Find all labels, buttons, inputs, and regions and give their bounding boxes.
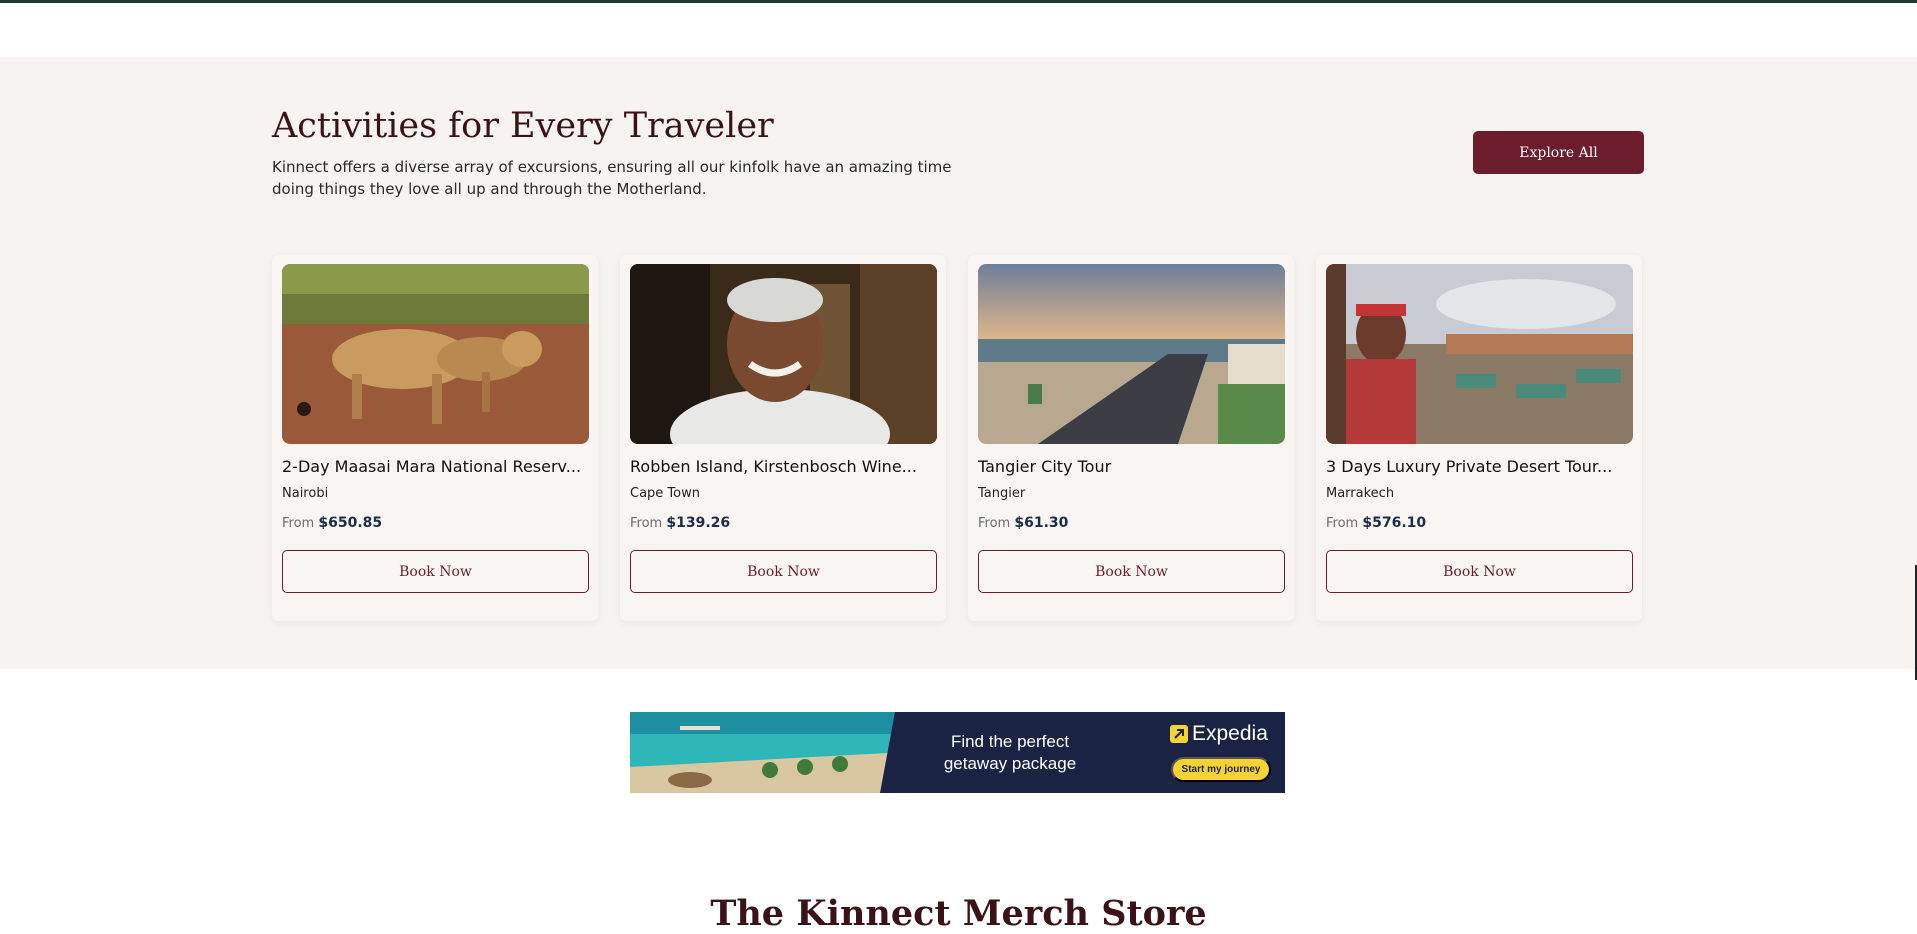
price-row: From $139.26 [630, 515, 730, 531]
explore-all-button[interactable]: Explore All [1473, 131, 1644, 174]
price-row: From $61.30 [978, 515, 1068, 531]
activity-title[interactable]: 3 Days Luxury Private Desert Tour... [1326, 457, 1633, 476]
expedia-logo: Expedia [1170, 722, 1268, 746]
activity-price: $139.26 [666, 515, 731, 531]
activity-price: $61.30 [1014, 515, 1069, 531]
expedia-brand-text: Expedia [1192, 722, 1268, 745]
market-square-photo[interactable] [1326, 264, 1633, 444]
activity-location: Tangier [978, 486, 1026, 501]
section-heading: Activities for Every Traveler [272, 106, 774, 146]
from-label: From [630, 516, 663, 531]
from-label: From [282, 516, 315, 531]
from-label: From [978, 516, 1011, 531]
activity-price: $650.85 [318, 515, 383, 531]
from-label: From [1326, 516, 1359, 531]
activity-card[interactable]: Robben Island, Kirstenbosch Wine... Cape… [620, 255, 946, 621]
activity-location: Nairobi [282, 486, 329, 501]
beach-resort-photo[interactable] [630, 712, 905, 793]
activity-location: Marrakech [1326, 486, 1395, 501]
ad-tagline: Find the perfect getaway package [943, 732, 1077, 773]
activity-location: Cape Town [630, 486, 700, 501]
section-description: Kinnect offers a diverse array of excurs… [272, 158, 952, 198]
activity-title[interactable]: 2-Day Maasai Mara National Reserv... [282, 457, 589, 476]
activity-card[interactable]: Tangier City Tour Tangier From $61.30 Bo… [968, 255, 1294, 621]
activity-title[interactable]: Tangier City Tour [978, 457, 1285, 476]
lions-photo[interactable] [282, 264, 589, 444]
start-journey-button[interactable]: Start my journey [1171, 757, 1271, 782]
book-now-button[interactable]: Book Now [630, 550, 937, 593]
activity-card[interactable]: 2-Day Maasai Mara National Reserv... Nai… [272, 255, 598, 621]
price-row: From $650.85 [282, 515, 382, 531]
activity-title[interactable]: Robben Island, Kirstenbosch Wine... [630, 457, 937, 476]
activity-card[interactable]: 3 Days Luxury Private Desert Tour... Mar… [1316, 255, 1642, 621]
expedia-ad-banner[interactable]: Find the perfect getaway package Expedia… [630, 712, 1285, 793]
book-now-button[interactable]: Book Now [978, 550, 1285, 593]
activity-price: $576.10 [1362, 515, 1427, 531]
portrait-photo[interactable] [630, 264, 937, 444]
city-coast-photo[interactable] [978, 264, 1285, 444]
merch-store-heading: The Kinnect Merch Store [710, 893, 1207, 934]
top-border [0, 0, 1917, 3]
expedia-arrow-icon [1170, 725, 1188, 743]
book-now-button[interactable]: Book Now [1326, 550, 1633, 593]
price-row: From $576.10 [1326, 515, 1426, 531]
book-now-button[interactable]: Book Now [282, 550, 589, 593]
